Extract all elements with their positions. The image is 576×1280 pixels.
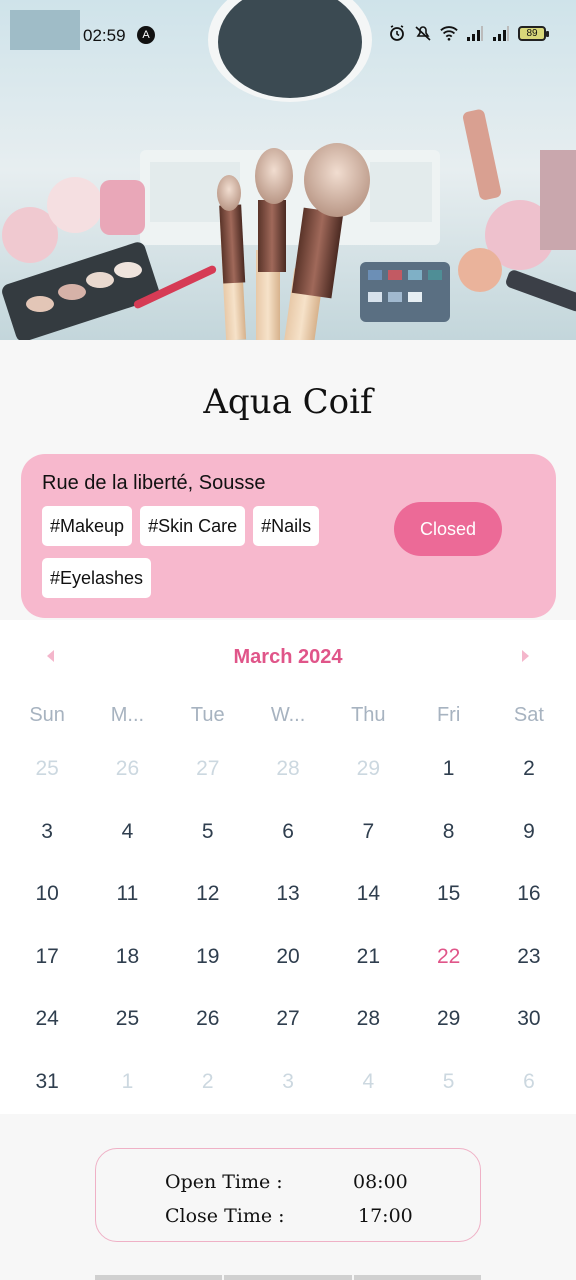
tag-makeup[interactable]: #Makeup	[42, 506, 133, 546]
calendar-day[interactable]: 26	[87, 754, 167, 817]
calendar-day[interactable]: 23	[489, 942, 569, 1005]
calendar-day[interactable]: 29	[328, 754, 408, 817]
calendar-day[interactable]: 10	[7, 879, 87, 942]
service-tags: #Makeup #Skin Care #Nails #Eyelashes	[42, 506, 372, 598]
mute-icon	[415, 26, 431, 41]
calendar-day[interactable]: 2	[168, 1067, 248, 1130]
calendar-day[interactable]: 7	[328, 817, 408, 880]
weekday-header: Sun M... Tue W... Thu Fri Sat	[7, 700, 569, 730]
calendar-day[interactable]: 25	[87, 1004, 167, 1067]
calendar-day[interactable]: 1	[408, 754, 488, 817]
calendar-day[interactable]: 27	[168, 754, 248, 817]
calendar: March 2024 Sun M... Tue W... Thu Fri Sat 25 26 2…	[0, 620, 576, 1114]
calendar-month-label: March 2024	[233, 646, 343, 668]
status-icons: 89	[388, 24, 549, 42]
salon-name: Aqua Coif	[203, 382, 373, 422]
calendar-day[interactable]: 24	[7, 1004, 87, 1067]
calendar-day[interactable]: 9	[489, 817, 569, 880]
salon-detail-screen: 02:59 A 89 Aqua Coif Rue de la liberté, …	[0, 0, 576, 1280]
weekday-label: Sun	[29, 704, 65, 726]
calendar-day[interactable]: 17	[7, 942, 87, 1005]
signal-icon	[467, 26, 483, 41]
calendar-day[interactable]: 15	[408, 879, 488, 942]
wifi-icon	[440, 26, 458, 41]
tag-nails[interactable]: #Nails	[253, 506, 320, 546]
notification-icon: A	[137, 26, 155, 44]
calendar-day[interactable]: 27	[248, 1004, 328, 1067]
open-time-label: Open Time :	[165, 1171, 283, 1193]
calendar-day[interactable]: 21	[328, 942, 408, 1005]
weekday-label: Tue	[190, 704, 225, 726]
calendar-header: March 2024	[0, 640, 576, 676]
weekday-label: W...	[270, 704, 306, 726]
calendar-day[interactable]: 25	[7, 754, 87, 817]
calendar-day[interactable]: 28	[248, 754, 328, 817]
calendar-day[interactable]: 3	[248, 1067, 328, 1130]
calendar-day[interactable]: 8	[408, 817, 488, 880]
weekday-label: Thu	[351, 704, 386, 726]
bottom-tab[interactable]	[224, 1275, 352, 1280]
calendar-day[interactable]: 5	[408, 1067, 488, 1130]
weekday-label: M...	[110, 704, 145, 726]
calendar-day[interactable]: 13	[248, 879, 328, 942]
calendar-day[interactable]: 2	[489, 754, 569, 817]
close-time-value: 17:00	[358, 1205, 413, 1227]
calendar-day[interactable]: 4	[328, 1067, 408, 1130]
calendar-day[interactable]: 28	[328, 1004, 408, 1067]
open-time-value: 08:00	[353, 1171, 408, 1193]
close-time-label: Close Time :	[165, 1205, 285, 1227]
calendar-day[interactable]: 16	[489, 879, 569, 942]
calendar-day[interactable]: 1	[87, 1067, 167, 1130]
calendar-day[interactable]: 20	[248, 942, 328, 1005]
calendar-day[interactable]: 14	[328, 879, 408, 942]
calendar-day[interactable]: 3	[7, 817, 87, 880]
calendar-day[interactable]: 19	[168, 942, 248, 1005]
opening-hours-box: Open Time : 08:00 Close Time : 17:00	[95, 1148, 481, 1242]
calendar-day[interactable]: 5	[168, 817, 248, 880]
calendar-day[interactable]: 31	[7, 1067, 87, 1130]
calendar-day[interactable]: 29	[408, 1004, 488, 1067]
weekday-label: Fri	[436, 704, 461, 726]
calendar-days-grid: 25 26 27 28 29 1 2 3 4 5 6 7 8 9 10 11 12 13 14 15 16 17 18 19 2…	[7, 754, 569, 1130]
open-status-button[interactable]: Closed	[394, 502, 502, 556]
calendar-day[interactable]: 12	[168, 879, 248, 942]
calendar-day[interactable]: 30	[489, 1004, 569, 1067]
status-bar: 02:59 A 89	[0, 0, 576, 72]
calendar-day-today[interactable]: 22	[408, 942, 488, 1005]
calendar-day[interactable]: 18	[87, 942, 167, 1005]
bottom-tab-strip	[95, 1275, 481, 1280]
calendar-day[interactable]: 11	[87, 879, 167, 942]
salon-address: Rue de la liberté, Sousse	[42, 472, 266, 494]
alarm-icon	[390, 25, 404, 41]
battery-icon: 89	[518, 25, 549, 41]
weekday-label: Sat	[513, 704, 544, 726]
signal-icon	[493, 26, 509, 41]
calendar-day[interactable]: 6	[248, 817, 328, 880]
next-month-icon[interactable]	[522, 650, 529, 662]
tag-eyelashes[interactable]: #Eyelashes	[42, 558, 152, 598]
calendar-day[interactable]: 4	[87, 817, 167, 880]
bottom-tab[interactable]	[95, 1275, 223, 1280]
salon-info-card: Rue de la liberté, Sousse #Makeup #Skin …	[21, 454, 556, 618]
calendar-day[interactable]: 26	[168, 1004, 248, 1067]
status-time: 02:59	[83, 26, 126, 45]
tag-skin-care[interactable]: #Skin Care	[140, 506, 246, 546]
bottom-tab[interactable]	[353, 1275, 481, 1280]
calendar-day[interactable]: 6	[489, 1067, 569, 1130]
